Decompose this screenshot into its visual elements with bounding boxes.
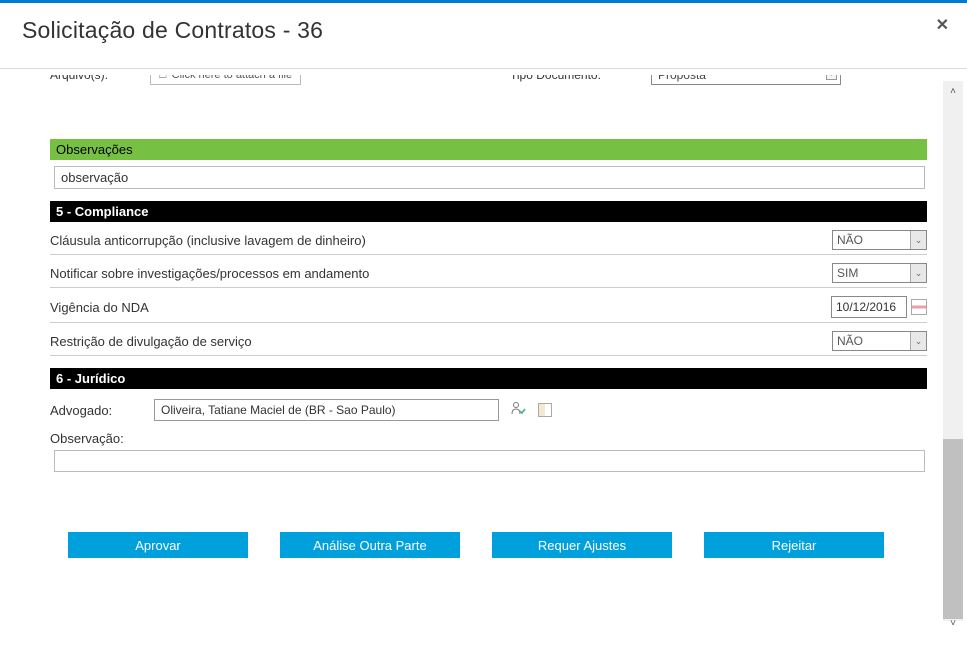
juridico-observacao-label: Observação: xyxy=(50,431,927,446)
attach-label: Arquivo(s): xyxy=(50,75,140,82)
compliance-label: Restrição de divulgação de serviço xyxy=(50,334,252,349)
action-button-row: Aprovar Análise Outra Parte Requer Ajust… xyxy=(50,532,927,558)
compliance-row-notificar: Notificar sobre investigações/processos … xyxy=(50,259,927,288)
attach-row: Arquivo(s): ⏍ Click here to attach a fil… xyxy=(50,75,927,87)
doc-type-value: Proposta xyxy=(658,75,706,82)
select-value: SIM xyxy=(837,266,858,280)
nda-date-input[interactable] xyxy=(831,296,907,318)
compliance-select-anticorrupcao[interactable]: NÃO ⌄ xyxy=(832,230,927,250)
compliance-row-anticorrupcao: Cláusula anticorrupção (inclusive lavage… xyxy=(50,226,927,255)
advogado-label: Advogado: xyxy=(50,403,142,418)
compliance-label: Notificar sobre investigações/processos … xyxy=(50,266,369,281)
juridico-body: Advogado: Observação: xyxy=(50,399,927,472)
scroll-down-icon[interactable]: ˅ xyxy=(943,613,963,633)
compliance-header: 5 - Compliance xyxy=(50,201,927,222)
advogado-input[interactable] xyxy=(154,399,499,421)
chevron-down-icon: ⌄ xyxy=(910,264,926,282)
scrollbar-thumb[interactable] xyxy=(943,439,963,619)
dialog-header: Solicitação de Contratos - 36 ✕ xyxy=(0,3,967,69)
dialog-title: Solicitação de Contratos - 36 xyxy=(22,17,323,44)
doc-type-group: Tipo Documento: Proposta xyxy=(510,75,841,87)
select-value: NÃO xyxy=(837,233,863,247)
calendar-icon[interactable] xyxy=(911,299,927,315)
juridico-header: 6 - Jurídico xyxy=(50,368,927,389)
doc-type-select[interactable]: Proposta xyxy=(651,75,841,85)
requer-ajustes-button[interactable]: Requer Ajustes xyxy=(492,532,672,558)
compliance-row-restricao: Restrição de divulgação de serviço NÃO ⌄ xyxy=(50,327,927,356)
person-check-icon[interactable] xyxy=(511,401,526,419)
observacoes-input[interactable] xyxy=(54,166,925,189)
observacoes-header: Observações xyxy=(50,139,927,160)
chevron-down-icon: ⌄ xyxy=(910,332,926,350)
date-group xyxy=(831,296,927,318)
compliance-select-restricao[interactable]: NÃO ⌄ xyxy=(832,331,927,351)
close-icon[interactable]: ✕ xyxy=(936,15,949,35)
doc-type-label: Tipo Documento: xyxy=(510,75,601,82)
juridico-observacao-input[interactable] xyxy=(54,450,925,472)
attach-button-label: Click here to attach a file xyxy=(172,75,292,81)
chevron-down-icon: ⌄ xyxy=(910,231,926,249)
analise-button[interactable]: Análise Outra Parte xyxy=(280,532,460,558)
attach-file-button[interactable]: ⏍ Click here to attach a file xyxy=(150,75,301,85)
dialog-body: Arquivo(s): ⏍ Click here to attach a fil… xyxy=(0,69,967,645)
aprovar-button[interactable]: Aprovar xyxy=(68,532,248,558)
paperclip-icon: ⏍ xyxy=(159,75,167,81)
select-value: NÃO xyxy=(837,334,863,348)
rejeitar-button[interactable]: Rejeitar xyxy=(704,532,884,558)
compliance-select-notificar[interactable]: SIM ⌄ xyxy=(832,263,927,283)
advogado-row: Advogado: xyxy=(50,399,927,421)
scroll-up-icon[interactable]: ˄ xyxy=(943,81,963,101)
compliance-label: Cláusula anticorrupção (inclusive lavage… xyxy=(50,233,366,248)
compliance-label: Vigência do NDA xyxy=(50,300,149,315)
address-book-icon[interactable] xyxy=(538,403,552,417)
compliance-row-nda: Vigência do NDA xyxy=(50,292,927,323)
